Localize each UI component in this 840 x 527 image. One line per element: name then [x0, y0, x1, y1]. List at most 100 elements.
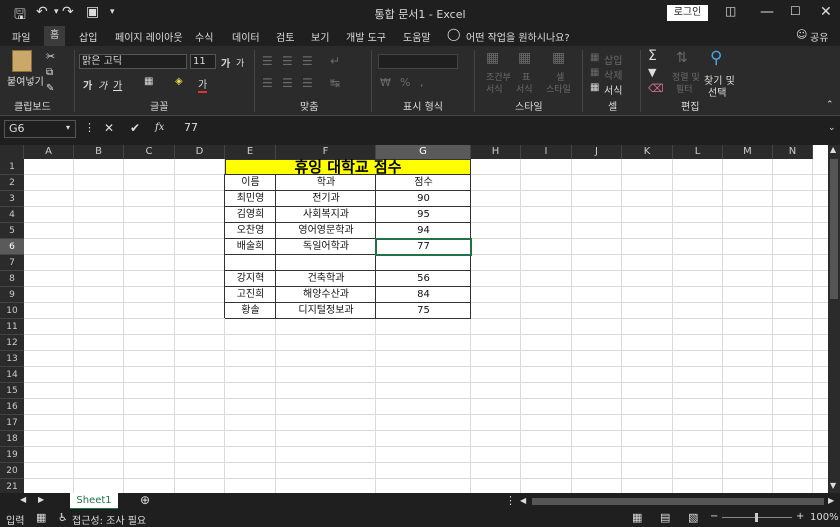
insert-cells-icon[interactable]: ▦ [590, 52, 599, 63]
column-header-d[interactable]: D [175, 145, 225, 159]
table-cell[interactable]: 배술희 [225, 239, 276, 255]
wrap-text-icon[interactable]: ↵ [330, 54, 340, 68]
table-cell[interactable]: 95 [376, 207, 471, 223]
tab-formulas[interactable]: 수식 [195, 29, 213, 44]
page-break-view-icon[interactable]: ▧ [688, 511, 698, 524]
row-header-15[interactable]: 15 [0, 383, 24, 399]
align-left-icon[interactable]: ☰ [262, 76, 273, 90]
table-cell[interactable]: 56 [376, 271, 471, 287]
autosum-icon[interactable]: Σ [648, 48, 657, 64]
table-cell[interactable]: 독일어학과 [276, 239, 376, 255]
zoom-level[interactable]: 100% [810, 512, 839, 523]
italic-button[interactable]: 가 [98, 77, 107, 92]
column-header-h[interactable]: H [471, 145, 521, 159]
row-header-21[interactable]: 21 [0, 479, 24, 493]
font-name-select[interactable]: 맑은 고딕 [79, 54, 187, 69]
insert-cells-button[interactable]: 삽입 [604, 52, 622, 67]
table-cell[interactable]: 94 [376, 223, 471, 239]
format-table-icon[interactable]: ▦ [518, 50, 531, 66]
share-button[interactable]: 공유 [810, 29, 828, 44]
column-header-f[interactable]: F [276, 145, 376, 159]
horizontal-scroll-thumb[interactable] [532, 498, 824, 505]
table-cell[interactable] [225, 255, 276, 271]
row-header-16[interactable]: 16 [0, 399, 24, 415]
row-header-20[interactable]: 20 [0, 463, 24, 479]
tell-me-search[interactable]: 어떤 작업을 원하시나요? [466, 29, 570, 44]
row-header-3[interactable]: 3 [0, 191, 24, 207]
cut-icon[interactable]: ✂ [46, 50, 55, 63]
format-table-button-2[interactable]: 서식 [516, 82, 533, 95]
expand-formula-icon[interactable]: ⌄ [828, 123, 836, 133]
row-header-14[interactable]: 14 [0, 367, 24, 383]
table-cell[interactable]: 전기과 [276, 191, 376, 207]
new-sheet-icon[interactable]: ⊕ [140, 493, 150, 507]
align-bottom-icon[interactable]: ☰ [302, 54, 313, 68]
table-cell[interactable]: 영어영문학과 [276, 223, 376, 239]
row-header-13[interactable]: 13 [0, 351, 24, 367]
shrink-font-button[interactable]: 가 [236, 56, 244, 69]
sort-filter-button-2[interactable]: 필터 [676, 82, 693, 95]
name-box-dropdown-icon[interactable]: ▾ [66, 123, 70, 132]
row-header-11[interactable]: 11 [0, 319, 24, 335]
scroll-right-icon[interactable]: ▶ [828, 496, 834, 505]
column-header-a[interactable]: A [24, 145, 74, 159]
macro-record-icon[interactable]: ▦ [36, 511, 46, 524]
accessibility-status[interactable]: 접근성: 조사 필요 [72, 512, 146, 527]
table-cell[interactable]: 84 [376, 287, 471, 303]
scroll-left-icon[interactable]: ◀ [520, 496, 526, 505]
copy-icon[interactable]: ⧉ [46, 67, 53, 78]
sort-filter-icon[interactable]: ⇅ [676, 50, 688, 66]
underline-button[interactable]: 가 [113, 77, 122, 92]
page-layout-view-icon[interactable]: ▤ [660, 511, 670, 524]
column-header-n[interactable]: N [773, 145, 813, 159]
tab-home[interactable]: 홈 [44, 26, 66, 46]
table-cell[interactable]: 사회복지과 [276, 207, 376, 223]
tab-file[interactable]: 파일 [12, 29, 30, 44]
tab-insert[interactable]: 삽입 [79, 29, 97, 44]
align-top-icon[interactable]: ☰ [262, 54, 273, 68]
row-header-9[interactable]: 9 [0, 287, 24, 303]
table-cell[interactable]: 김영희 [225, 207, 276, 223]
row-header-10[interactable]: 10 [0, 303, 24, 319]
column-header-b[interactable]: B [74, 145, 124, 159]
format-cells-icon[interactable]: ▦ [590, 82, 599, 93]
format-painter-icon[interactable]: ✎ [46, 83, 54, 94]
zoom-slider-thumb[interactable] [755, 513, 758, 522]
login-button[interactable]: 로그인 [667, 5, 708, 21]
close-icon[interactable]: ✕ [820, 4, 832, 20]
normal-view-icon[interactable]: ▦ [632, 511, 642, 524]
column-header-i[interactable]: I [521, 145, 572, 159]
row-header-17[interactable]: 17 [0, 415, 24, 431]
prev-sheet-icon[interactable]: ◀ [20, 495, 26, 504]
table-cell[interactable]: 최민영 [225, 191, 276, 207]
border-icon[interactable]: ▦ [144, 76, 153, 87]
tab-split-icon[interactable]: ⋮ [505, 494, 516, 507]
column-header-e[interactable]: E [225, 145, 276, 159]
paste-button[interactable]: 붙여넣기 [7, 73, 44, 88]
vertical-scroll-thumb[interactable] [830, 159, 838, 299]
table-cell[interactable]: 90 [376, 191, 471, 207]
collapse-ribbon-icon[interactable]: ⌃ [826, 100, 834, 110]
table-cell[interactable]: 해양수산과 [276, 287, 376, 303]
table-header-cell[interactable]: 학과 [276, 175, 376, 191]
font-size-select[interactable]: 11 [190, 54, 216, 69]
table-cell[interactable]: 디지털정보과 [276, 303, 376, 319]
conditional-format-icon[interactable]: ▦ [486, 50, 499, 66]
currency-icon[interactable]: ₩ [380, 76, 391, 89]
percent-icon[interactable]: % [400, 76, 410, 89]
row-header-4[interactable]: 4 [0, 207, 24, 223]
row-header-5[interactable]: 5 [0, 223, 24, 239]
row-header-12[interactable]: 12 [0, 335, 24, 351]
number-format-select[interactable] [378, 54, 458, 69]
row-header-1[interactable]: 1 [0, 159, 24, 175]
next-sheet-icon[interactable]: ▶ [38, 495, 44, 504]
column-header-c[interactable]: C [124, 145, 175, 159]
bold-button[interactable]: 가 [83, 77, 92, 92]
table-cell[interactable]: 강지혁 [225, 271, 276, 287]
tab-view[interactable]: 보기 [311, 29, 329, 44]
ribbon-display-icon[interactable]: ◫ [725, 4, 736, 18]
scroll-up-icon[interactable]: ▲ [830, 145, 836, 154]
enter-icon[interactable]: ✔ [130, 121, 140, 135]
tab-data[interactable]: 데이터 [232, 29, 260, 44]
row-header-2[interactable]: 2 [0, 175, 24, 191]
